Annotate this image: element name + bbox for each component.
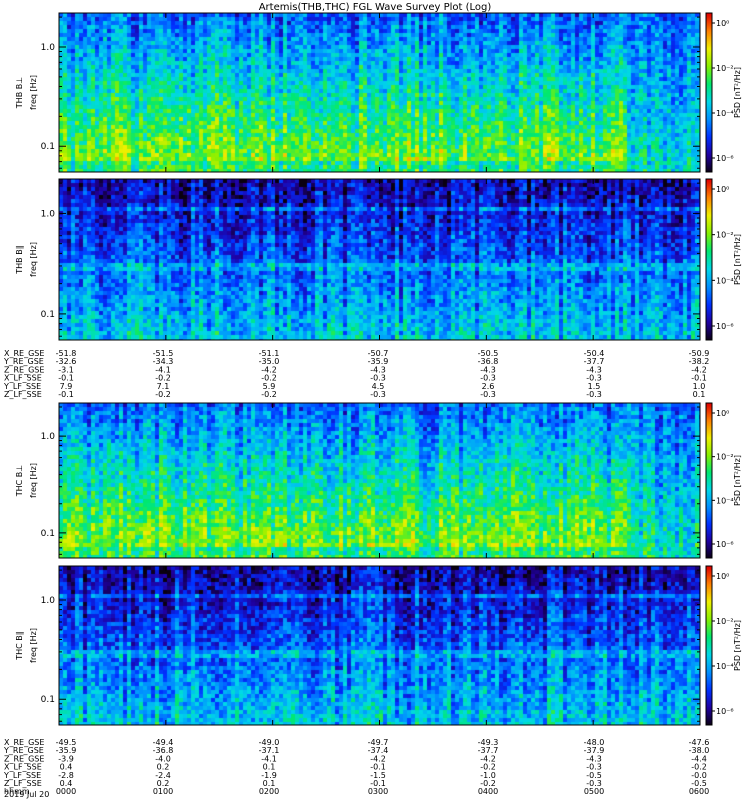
thb-bperp-colorbar: 10⁰ 10⁻² 10⁻⁴ 10⁻⁶ PSD [nT²/Hz]	[705, 12, 742, 173]
ephem-value: -0.3	[370, 390, 386, 399]
thc-bperp-ysublabel: freq [Hz]	[29, 463, 38, 498]
colorbar-label: PSD [nT²/Hz]	[733, 455, 742, 506]
y-tick-label: 0.1	[41, 310, 55, 320]
ephem-row-label: Z_LF_SSE	[4, 390, 42, 399]
y-tick-label: 1.0	[41, 209, 56, 219]
thb-bperp-ysublabel: freq [Hz]	[29, 75, 38, 110]
ephem-value: 0400	[478, 787, 498, 796]
ephem-value: -0.1	[58, 390, 74, 399]
thb-bpar-panel: 1.0 0.1 THB B∥ freq [Hz] 10⁰ 10⁻² 10⁻⁴ 10⁻⁶ PSD …	[15, 178, 742, 341]
ephem-value: 0000	[56, 787, 76, 796]
y-tick-label: 1.0	[41, 432, 56, 442]
colorbar-tick-label: 10⁰	[716, 409, 729, 418]
thb-bperp-panel: 1.0 0.1 THB B⊥ freq [Hz] 10⁰ 10⁻² 10⁻⁴ 10⁻⁶ PSD …	[15, 12, 742, 173]
thb-bpar-ysublabel: freq [Hz]	[29, 242, 38, 277]
date-label: 2019 Jul 20	[4, 790, 49, 799]
colorbar-gradient	[706, 13, 712, 172]
thc-bpar-ylabel: THC B∥	[15, 631, 24, 661]
y-tick-label: 0.1	[41, 529, 55, 539]
colorbar-gradient	[706, 403, 712, 558]
ephem-value: -0.2	[261, 390, 277, 399]
thb-bpar-heatmap	[59, 179, 700, 340]
colorbar-tick-label: 10⁻⁴	[716, 109, 734, 118]
thb-bperp-heatmap	[59, 13, 700, 172]
y-tick-label: 1.0	[41, 43, 56, 53]
thc-bpar-colorbar: 10⁰ 10⁻² 10⁻⁴ 10⁻⁶ PSD [nT²/Hz]	[705, 565, 742, 726]
wave-survey-figure: Artemis(THB,THC) FGL Wave Survey Plot (L…	[3, 2, 742, 799]
ephem-value: 0.1	[693, 390, 706, 399]
figure-title: Artemis(THB,THC) FGL Wave Survey Plot (L…	[259, 2, 492, 13]
colorbar-label: PSD [nT²/Hz]	[733, 234, 742, 285]
colorbar-tick-label: 10⁰	[716, 19, 729, 28]
colorbar-label: PSD [nT²/Hz]	[733, 67, 742, 118]
colorbar-tick-label: 10⁰	[716, 185, 729, 194]
thb-bperp-ylabel: THB B⊥	[15, 77, 24, 109]
ephem-value: 0300	[368, 787, 388, 796]
y-tick-label: 0.1	[41, 695, 55, 705]
ephem-value: -0.3	[586, 390, 602, 399]
colorbar-tick-label: 10⁻²	[716, 453, 734, 462]
colorbar-label: PSD [nT²/Hz]	[733, 620, 742, 671]
colorbar-tick-label: 10⁻⁶	[716, 707, 734, 716]
thc-bpar-ysublabel: freq [Hz]	[29, 628, 38, 663]
ephem-value: 0200	[259, 787, 279, 796]
y-tick-label: 0.1	[41, 142, 55, 152]
colorbar-tick-label: 10⁻²	[716, 617, 734, 626]
colorbar-gradient	[706, 179, 712, 340]
ephem-value: -0.3	[480, 390, 496, 399]
colorbar-tick-label: 10⁰	[716, 572, 729, 581]
colorbar-tick-label: 10⁻⁴	[716, 276, 734, 285]
thb-bpar-colorbar: 10⁰ 10⁻² 10⁻⁴ 10⁻⁶ PSD [nT²/Hz]	[705, 178, 742, 341]
thc-bpar-heatmap	[59, 566, 700, 725]
colorbar-tick-label: 10⁻⁶	[716, 540, 734, 549]
thc-bperp-panel: 1.0 0.1 THC B⊥ freq [Hz] 10⁰ 10⁻² 10⁻⁴ 10⁻⁶ PSD …	[15, 402, 742, 559]
thb-bpar-ylabel: THB B∥	[15, 245, 24, 274]
ephem-value: -0.2	[155, 390, 171, 399]
colorbar-tick-label: 10⁻²	[716, 231, 734, 240]
thc-bpar-panel: 1.0 0.1 THC B∥ freq [Hz] 10⁰ 10⁻² 10⁻⁴ 10⁻⁶ PSD …	[15, 565, 742, 726]
ephem-value: 0500	[584, 787, 604, 796]
thc-bperp-colorbar: 10⁰ 10⁻² 10⁻⁴ 10⁻⁶ PSD [nT²/Hz]	[705, 402, 742, 559]
y-tick-label: 1.0	[41, 596, 56, 606]
ephem-value: 0600	[689, 787, 709, 796]
colorbar-tick-label: 10⁻⁴	[716, 496, 734, 505]
ephem-value: 0100	[153, 787, 173, 796]
colorbar-tick-label: 10⁻⁶	[716, 154, 734, 163]
colorbar-gradient	[706, 566, 712, 725]
colorbar-tick-label: 10⁻⁴	[716, 662, 734, 671]
thc-bperp-ylabel: THC B⊥	[15, 465, 24, 498]
colorbar-tick-label: 10⁻⁶	[716, 322, 734, 331]
thc-bperp-heatmap	[59, 403, 700, 558]
colorbar-tick-label: 10⁻²	[716, 64, 734, 73]
